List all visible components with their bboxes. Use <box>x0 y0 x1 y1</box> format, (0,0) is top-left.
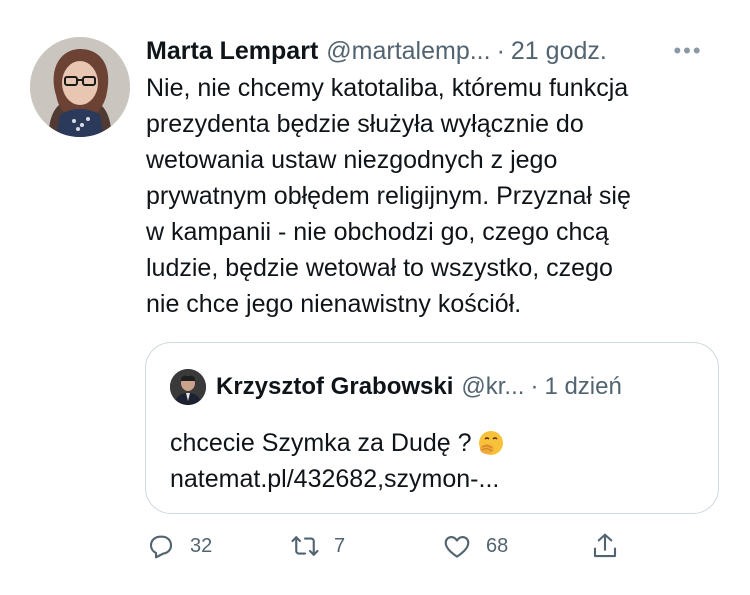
like-button[interactable]: 68 <box>442 528 508 564</box>
author-avatar[interactable] <box>30 37 130 137</box>
reply-icon <box>149 535 173 559</box>
quoted-separator-dot: · <box>530 373 539 400</box>
share-icon <box>593 533 617 558</box>
quoted-author-handle: @kr... <box>461 373 525 400</box>
quoted-text-content: chcecie Szymka za Dudę ? <box>170 429 472 457</box>
quoted-author-name: Krzysztof Grabowski <box>216 373 454 400</box>
hand-over-mouth-emoji-icon <box>478 430 504 456</box>
retweet-button[interactable]: 7 <box>290 528 345 564</box>
author-name[interactable]: Marta Lempart <box>146 34 318 68</box>
retweet-count: 7 <box>334 534 346 557</box>
retweet-icon <box>291 536 319 556</box>
quoted-author-avatar[interactable] <box>170 369 206 405</box>
author-handle[interactable]: @martalemp... <box>326 34 490 68</box>
reply-button[interactable]: 32 <box>146 528 212 564</box>
quoted-link[interactable]: natemat.pl/432682,szymon-... <box>170 461 499 497</box>
tweet-actions: 32 7 68 <box>0 528 750 564</box>
quoted-timestamp: 1 dzień <box>544 373 622 400</box>
heart-icon <box>444 535 470 558</box>
tweet[interactable]: Marta Lempart @martalemp... · 21 godz. •… <box>0 0 750 595</box>
tweet-text: Nie, nie chcemy katotaliba, któremu funk… <box>146 74 631 318</box>
quoted-text: chcecie Szymka za Dudę ? <box>170 425 700 461</box>
quoted-header: Krzysztof Grabowski @kr... · 1 dzień <box>216 369 622 405</box>
quoted-tweet[interactable]: Krzysztof Grabowski @kr... · 1 dzień chc… <box>145 342 719 514</box>
separator-dot: · <box>496 37 505 65</box>
more-options-icon[interactable]: ••• <box>666 34 710 68</box>
tweet-header: Marta Lempart @martalemp... · 21 godz. •… <box>146 34 726 68</box>
like-count: 68 <box>486 534 509 557</box>
reply-count: 32 <box>190 534 213 557</box>
share-button[interactable] <box>590 528 620 564</box>
tweet-timestamp[interactable]: 21 godz. <box>511 34 607 68</box>
